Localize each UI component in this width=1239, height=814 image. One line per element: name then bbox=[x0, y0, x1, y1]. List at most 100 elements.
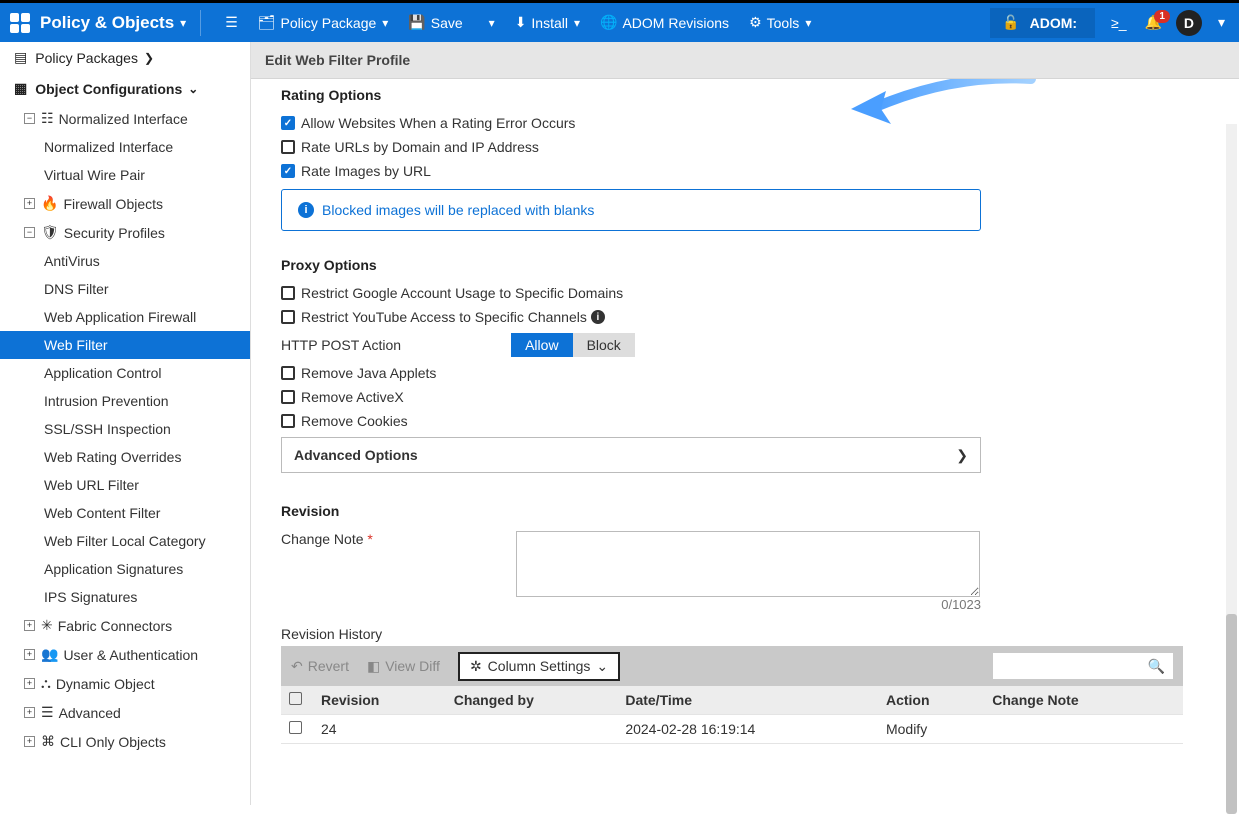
restrict-youtube-label: Restrict YouTube Access to Specific Chan… bbox=[301, 309, 587, 325]
stack-icon: ☰ bbox=[41, 704, 54, 721]
remove-java-label: Remove Java Applets bbox=[301, 365, 436, 381]
table-row[interactable]: 24 2024-02-28 16:19:14 Modify bbox=[281, 715, 1183, 744]
settings-icon: ✲ bbox=[470, 658, 482, 675]
search-input[interactable]: 🔍 bbox=[993, 653, 1173, 679]
sidebar-web-content[interactable]: Web Content Filter bbox=[0, 499, 250, 527]
proxy-options-heading: Proxy Options bbox=[281, 257, 1239, 273]
install-label: Install bbox=[531, 15, 568, 31]
sidebar-dynamic[interactable]: +⛬Dynamic Object bbox=[0, 669, 250, 698]
install-menu[interactable]: ⬇ Install▾ bbox=[515, 14, 580, 31]
diff-icon: ◧ bbox=[367, 658, 380, 675]
content: Edit Web Filter Profile Rating Options A… bbox=[251, 42, 1239, 805]
sidebar-waf[interactable]: Web Application Firewall bbox=[0, 303, 250, 331]
sidebar-object-config[interactable]: ▦ Object Configurations ⌄ bbox=[0, 73, 250, 104]
change-note-input[interactable] bbox=[516, 531, 980, 597]
sidebar-web-url[interactable]: Web URL Filter bbox=[0, 471, 250, 499]
restrict-google-row[interactable]: Restrict Google Account Usage to Specifi… bbox=[281, 285, 1239, 301]
avatar[interactable]: D bbox=[1176, 10, 1202, 36]
hamburger-icon[interactable]: ☰ bbox=[225, 14, 238, 31]
cell-revision: 24 bbox=[313, 715, 446, 744]
sidebar-antivirus[interactable]: AntiVirus bbox=[0, 247, 250, 275]
col-change-note[interactable]: Change Note bbox=[984, 686, 1167, 715]
checkbox-icon[interactable] bbox=[281, 164, 295, 178]
firewall-icon: 🔥 bbox=[41, 195, 58, 212]
sidebar-web-filter-local[interactable]: Web Filter Local Category bbox=[0, 527, 250, 555]
col-datetime[interactable]: Date/Time bbox=[617, 686, 878, 715]
sidebar-intrusion[interactable]: Intrusion Prevention bbox=[0, 387, 250, 415]
advanced-options-bar[interactable]: Advanced Options ❯ bbox=[281, 437, 981, 473]
rate-images-row[interactable]: Rate Images by URL bbox=[281, 163, 1239, 179]
allow-rating-error-row[interactable]: Allow Websites When a Rating Error Occur… bbox=[281, 115, 1239, 131]
checkbox-icon[interactable] bbox=[281, 310, 295, 324]
column-settings-button[interactable]: ✲Column Settings⌄ bbox=[458, 652, 620, 681]
tools-menu[interactable]: ⚙ Tools▾ bbox=[749, 14, 811, 31]
chevron-down-icon[interactable]: ▾ bbox=[180, 16, 186, 30]
install-icon: ⬇ bbox=[515, 14, 527, 31]
checkbox-icon[interactable] bbox=[281, 286, 295, 300]
cell-datetime: 2024-02-28 16:19:14 bbox=[617, 715, 878, 744]
policy-package-menu[interactable]: 🗂 Policy Package▾ bbox=[258, 14, 389, 31]
checkbox-icon[interactable] bbox=[281, 116, 295, 130]
remove-java-row[interactable]: Remove Java Applets bbox=[281, 365, 1239, 381]
select-all-checkbox[interactable] bbox=[289, 692, 302, 705]
sidebar-app-control[interactable]: Application Control bbox=[0, 359, 250, 387]
globe-icon: 🌐 bbox=[600, 14, 617, 31]
sidebar-ips-sigs[interactable]: IPS Signatures bbox=[0, 583, 250, 611]
remove-cookies-label: Remove Cookies bbox=[301, 413, 408, 429]
sidebar-dns-filter[interactable]: DNS Filter bbox=[0, 275, 250, 303]
app-logo-icon[interactable] bbox=[10, 13, 30, 33]
col-revision[interactable]: Revision bbox=[313, 686, 446, 715]
checkbox-icon[interactable] bbox=[281, 414, 295, 428]
rate-images-label: Rate Images by URL bbox=[301, 163, 431, 179]
sidebar-virtual-wire-pair[interactable]: Virtual Wire Pair bbox=[0, 161, 250, 189]
checkbox-icon[interactable] bbox=[281, 366, 295, 380]
save-icon: 💾 bbox=[408, 14, 425, 31]
chevron-down-icon: ⌄ bbox=[596, 658, 608, 675]
sidebar-policy-packages[interactable]: ▤ Policy Packages ❯ bbox=[0, 42, 250, 73]
advanced-options-label: Advanced Options bbox=[294, 447, 418, 463]
sidebar-web-rating[interactable]: Web Rating Overrides bbox=[0, 443, 250, 471]
col-action[interactable]: Action bbox=[878, 686, 984, 715]
dynamic-icon: ⛬ bbox=[41, 675, 51, 692]
sidebar-ssl[interactable]: SSL/SSH Inspection bbox=[0, 415, 250, 443]
revision-heading: Revision bbox=[281, 503, 1239, 519]
allow-toggle[interactable]: Allow bbox=[511, 333, 572, 357]
scrollbar-thumb[interactable] bbox=[1226, 614, 1237, 814]
checkbox-icon[interactable] bbox=[281, 390, 295, 404]
cli-icon[interactable]: ≥_ bbox=[1111, 15, 1126, 31]
scrollbar[interactable] bbox=[1226, 124, 1237, 799]
save-sub-chevron[interactable]: ▾ bbox=[483, 16, 495, 30]
row-checkbox[interactable] bbox=[289, 721, 302, 734]
info-icon[interactable]: i bbox=[591, 310, 605, 324]
sidebar-security-profiles[interactable]: −🛡Security Profiles bbox=[0, 218, 250, 247]
sidebar-normalized-interface[interactable]: Normalized Interface bbox=[0, 133, 250, 161]
restrict-youtube-row[interactable]: Restrict YouTube Access to Specific Chan… bbox=[281, 309, 1239, 325]
sidebar-fabric[interactable]: +✳Fabric Connectors bbox=[0, 611, 250, 640]
notifications-button[interactable]: 🔔 1 bbox=[1145, 14, 1162, 31]
revert-button[interactable]: ↶Revert bbox=[291, 658, 349, 675]
gear-icon: ⚙ bbox=[749, 14, 762, 31]
topbar-more-chevron[interactable]: ▾ bbox=[1218, 14, 1225, 31]
block-toggle[interactable]: Block bbox=[573, 333, 635, 357]
shield-icon: 🛡 bbox=[41, 224, 59, 241]
remove-activex-row[interactable]: Remove ActiveX bbox=[281, 389, 1239, 405]
unlock-icon: 🔓 bbox=[1002, 14, 1019, 31]
sidebar-advanced[interactable]: +☰Advanced bbox=[0, 698, 250, 727]
col-changed-by[interactable]: Changed by bbox=[446, 686, 618, 715]
brand-title[interactable]: Policy & Objects bbox=[40, 13, 174, 33]
users-icon: 👥 bbox=[41, 646, 58, 663]
sidebar-firewall-objects[interactable]: +🔥Firewall Objects bbox=[0, 189, 250, 218]
sidebar-app-sigs[interactable]: Application Signatures bbox=[0, 555, 250, 583]
remove-cookies-row[interactable]: Remove Cookies bbox=[281, 413, 1239, 429]
view-diff-button[interactable]: ◧View Diff bbox=[367, 658, 440, 675]
adom-selector[interactable]: 🔓 ADOM: bbox=[990, 8, 1095, 38]
adom-revisions-button[interactable]: 🌐 ADOM Revisions bbox=[600, 14, 729, 31]
rate-urls-domain-row[interactable]: Rate URLs by Domain and IP Address bbox=[281, 139, 1239, 155]
sidebar-user-auth[interactable]: +👥User & Authentication bbox=[0, 640, 250, 669]
rate-urls-domain-label: Rate URLs by Domain and IP Address bbox=[301, 139, 539, 155]
sidebar-web-filter[interactable]: Web Filter bbox=[0, 331, 250, 359]
save-button[interactable]: 💾 Save bbox=[408, 14, 462, 31]
sidebar-cli-only[interactable]: +⌘CLI Only Objects bbox=[0, 727, 250, 756]
sidebar-normalized-interface-group[interactable]: −☷Normalized Interface bbox=[0, 104, 250, 133]
checkbox-icon[interactable] bbox=[281, 140, 295, 154]
